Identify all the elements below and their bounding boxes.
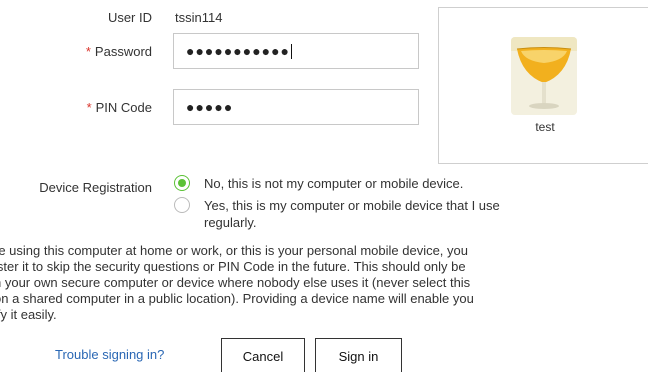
info-line: n your own secure computer or device whe… — [0, 275, 471, 290]
device-registration-label: Device Registration — [39, 180, 152, 195]
required-asterisk: * — [86, 100, 92, 115]
pin-masked-value: ●●●●● — [186, 99, 234, 115]
user-id-label: User ID — [107, 10, 152, 25]
pin-label: PIN Code — [95, 100, 152, 115]
pin-label-row: * PIN Code — [87, 100, 152, 115]
info-line: re using this computer at home or work, … — [0, 243, 468, 258]
pin-field[interactable]: ●●●●● — [173, 89, 419, 125]
password-masked-value: ●●●●●●●●●●● — [186, 43, 291, 59]
password-label: Password — [94, 44, 152, 59]
text-caret — [291, 43, 293, 59]
security-image-panel: test — [438, 7, 648, 164]
password-field[interactable]: ●●●●●●●●●●● — [173, 33, 419, 69]
required-asterisk: * — [85, 44, 91, 59]
login-form: User ID tssin114 * Password ●●●●●●●●●●● *… — [0, 0, 648, 372]
info-line: ister it to skip the security questions … — [0, 259, 466, 274]
radio-not-my-device[interactable] — [174, 175, 190, 191]
sign-in-button[interactable]: Sign in — [315, 338, 402, 372]
cocktail-glass-icon — [511, 37, 577, 115]
option-my-device-label-line2: regularly. — [204, 215, 257, 230]
info-line: on a shared computer in a public locatio… — [0, 291, 474, 306]
info-line: ify it easily. — [0, 307, 57, 322]
option-not-my-device-label: No, this is not my computer or mobile de… — [204, 176, 464, 191]
option-my-device-label-line1: Yes, this is my computer or mobile devic… — [204, 198, 500, 213]
security-image-caption: test — [535, 120, 555, 134]
password-label-row: * Password — [86, 44, 152, 59]
device-info-paragraph: re using this computer at home or work, … — [0, 243, 648, 323]
cancel-button[interactable]: Cancel — [221, 338, 305, 372]
user-id-value: tssin114 — [175, 10, 223, 25]
radio-my-device[interactable] — [174, 197, 190, 213]
trouble-signing-in-link[interactable]: Trouble signing in? — [55, 347, 164, 362]
